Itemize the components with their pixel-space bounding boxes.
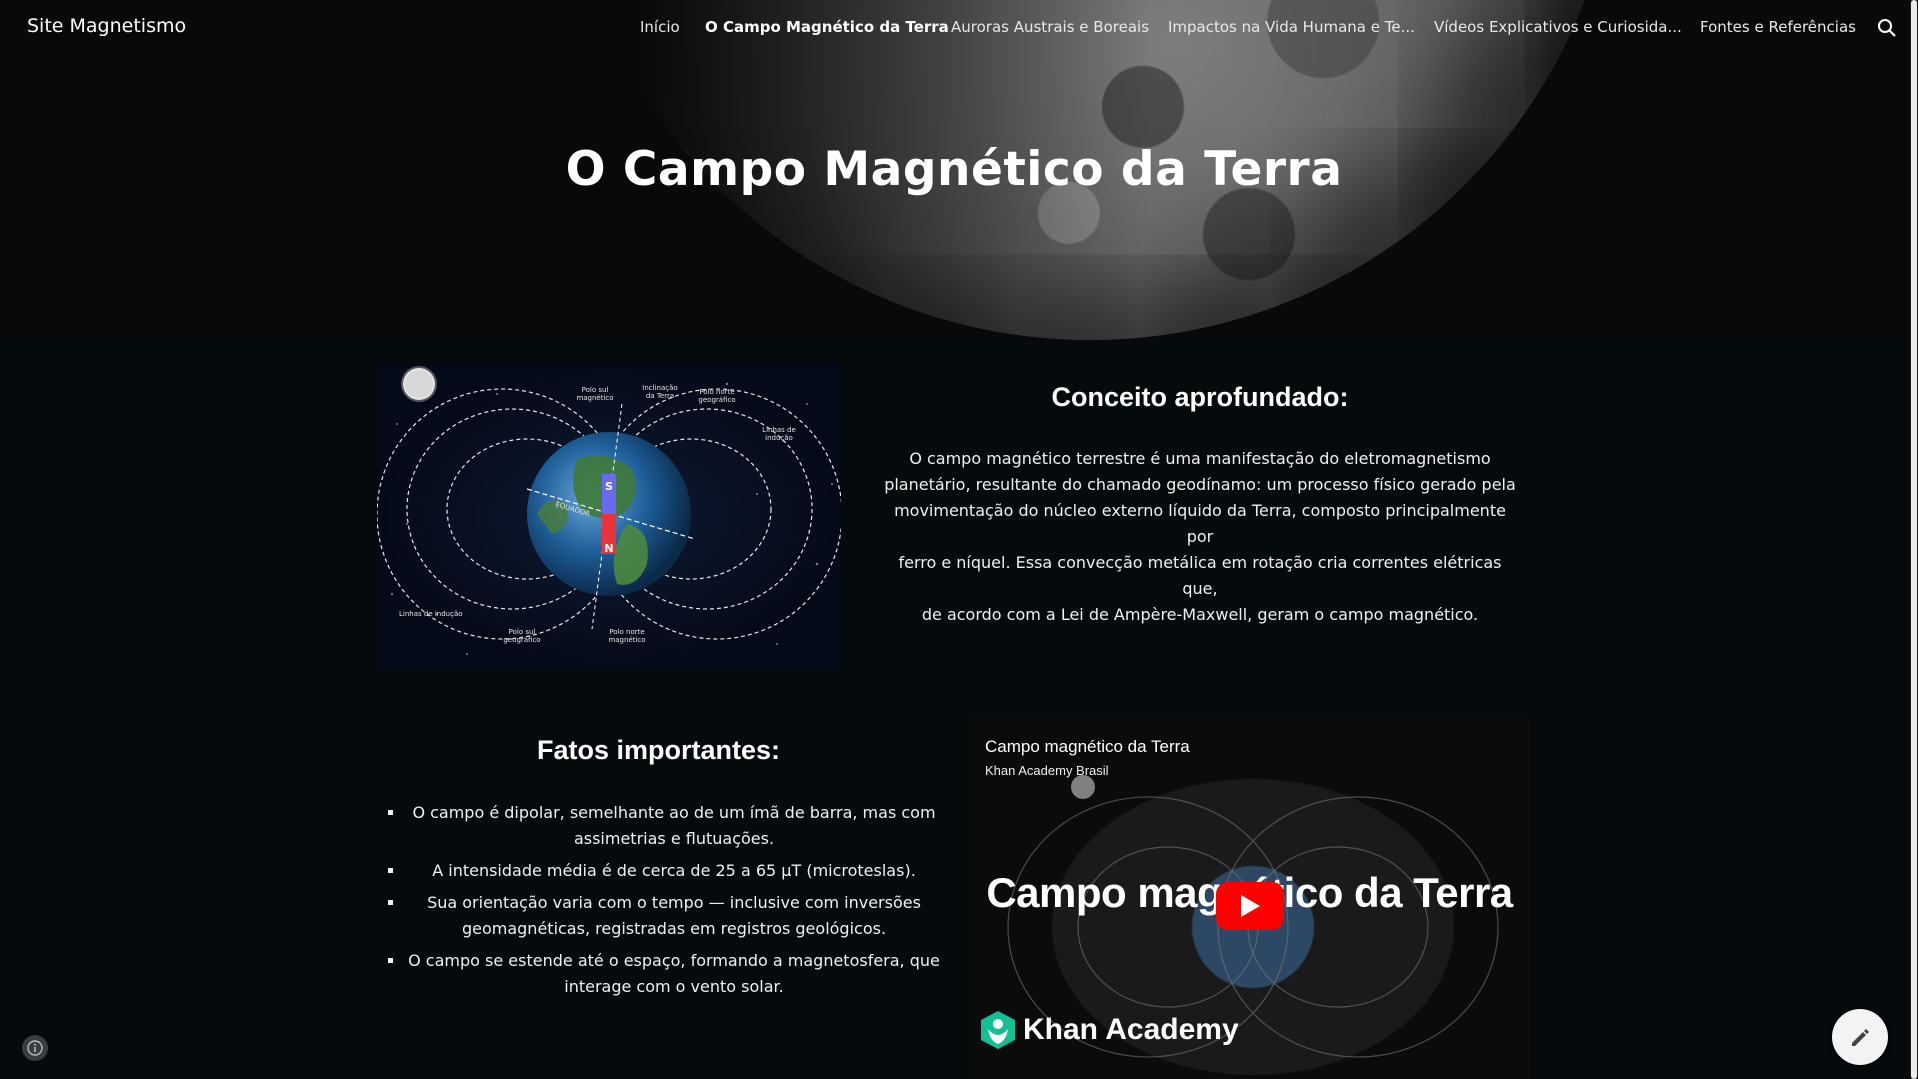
scrollbar-thumb[interactable] — [1911, 0, 1917, 1079]
label-polo-sul-magnetico-2: magnético — [576, 394, 613, 402]
magnet-s-label: S — [605, 480, 613, 493]
label-inclinacao-1: Inclinação — [642, 384, 677, 392]
search-icon[interactable] — [1876, 17, 1898, 39]
concept-line: O campo magnético terrestre é uma manife… — [909, 449, 1491, 468]
list-item: Sua orientação varia com o tempo — inclu… — [385, 890, 945, 942]
concept-line: ferro e níquel. Essa convecção metálica … — [898, 553, 1502, 598]
concept-paragraph: O campo magnético terrestre é uma manife… — [880, 446, 1520, 628]
nav-item-inicio[interactable]: Início — [640, 18, 680, 36]
video-embed[interactable]: Campo magnético da Terra Khan Academy Br… — [968, 717, 1531, 1079]
label-polo-norte-mag-1: Polo norte — [609, 628, 644, 636]
concept-line: de acordo com a Lei de Ampère-Maxwell, g… — [921, 605, 1479, 624]
facts-list: O campo é dipolar, semelhante ao de um í… — [385, 800, 945, 1006]
magnetic-field-diagram-image: S N Polo sul magnético Inclinação da Ter… — [377, 364, 841, 669]
nav-item-auroras[interactable]: Auroras Austrais e Boreais — [951, 18, 1149, 36]
magnet-n-label: N — [604, 542, 613, 555]
label-polo-norte-geo-1: Polo norte — [699, 388, 734, 396]
nav-item-campo-magnetico[interactable]: O Campo Magnético da Terra — [705, 18, 949, 36]
nav-item-fontes[interactable]: Fontes e Referências — [1700, 18, 1856, 36]
label-linhas-inducao-bottom: Linhas de indução — [399, 610, 463, 618]
video-title[interactable]: Campo magnético da Terra — [985, 737, 1190, 757]
nav-item-impactos[interactable]: Impactos na Vida Humana e Te... — [1168, 18, 1415, 36]
label-inclinacao-2: da Terra — [646, 392, 674, 400]
concept-line: movimentação do núcleo externo líquido d… — [894, 501, 1506, 546]
page-title: O Campo Magnético da Terra — [565, 142, 1343, 197]
edit-pencil-icon[interactable] — [1832, 1009, 1888, 1065]
video-channel[interactable]: Khan Academy Brasil — [985, 763, 1109, 778]
label-polo-sul-geo-2: geográfico — [503, 636, 540, 644]
khan-academy-logo-icon — [980, 1010, 1016, 1050]
list-item: O campo é dipolar, semelhante ao de um í… — [385, 800, 945, 852]
label-polo-norte-mag-2: magnético — [608, 636, 645, 644]
main-nav: Início O Campo Magnético da Terra Aurora… — [0, 18, 1918, 42]
label-polo-sul-magnetico-1: Polo sul — [582, 386, 609, 394]
list-item: O campo se estende até o espaço, formand… — [385, 948, 945, 1000]
label-linhas-inducao-top-2: indução — [765, 434, 793, 442]
info-icon[interactable] — [22, 1035, 48, 1061]
khan-academy-brand: Khan Academy — [1023, 1013, 1239, 1046]
concept-line: planetário, resultante do chamado geodín… — [884, 475, 1516, 494]
main-content: S N Polo sul magnético Inclinação da Ter… — [0, 340, 1918, 1079]
nav-item-videos[interactable]: Vídeos Explicativos e Curiosida... — [1434, 18, 1682, 36]
label-linhas-inducao-top-1: Linhas de — [762, 426, 796, 434]
list-item: A intensidade média é de cerca de 25 a 6… — [385, 858, 945, 884]
facts-heading: Fatos importantes: — [536, 735, 781, 765]
label-polo-sul-geo-1: Polo sul — [509, 628, 536, 636]
label-polo-norte-geo-2: geográfico — [698, 396, 735, 404]
concept-heading: Conceito aprofundado: — [1051, 382, 1349, 412]
play-button[interactable] — [1216, 882, 1284, 930]
